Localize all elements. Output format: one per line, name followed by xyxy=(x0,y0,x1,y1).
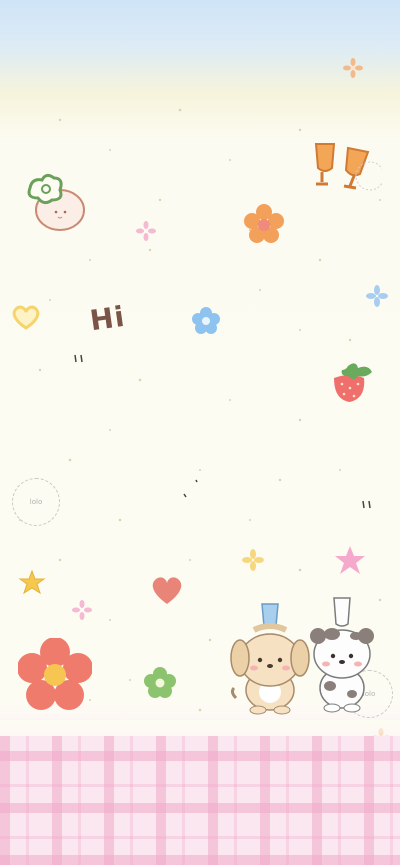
yellow-star-icon xyxy=(18,569,46,595)
orange-flower-icon xyxy=(244,204,284,243)
blue-flower-icon xyxy=(192,307,220,334)
puppy-character xyxy=(230,603,310,715)
hi-text: Hi xyxy=(87,299,128,338)
green-flower-icon xyxy=(144,667,176,698)
pink-sparkle-icon-2 xyxy=(72,600,92,620)
cookie-icon xyxy=(27,173,85,231)
strawberry-icon xyxy=(334,363,372,402)
pink-star-icon xyxy=(335,546,365,574)
tick-mark-icon-2 xyxy=(183,479,198,498)
panda-cow-character xyxy=(310,597,374,713)
tick-mark-icon-3 xyxy=(362,500,371,509)
blue-sparkle-icon xyxy=(366,285,388,307)
watermark-stamp: lolo xyxy=(12,478,60,526)
wallpaper: Hi lolo lolo xyxy=(0,0,400,865)
big-red-flower-icon xyxy=(18,638,92,710)
yellow-heart-icon xyxy=(12,305,40,330)
red-heart-icon xyxy=(152,577,182,604)
pink-sparkle-icon xyxy=(136,221,156,241)
tick-mark-icon xyxy=(74,354,83,363)
small-orange-flower-icon xyxy=(343,58,363,78)
toast-glasses-icon xyxy=(314,143,382,191)
yellow-sparkle-icon xyxy=(242,549,264,571)
pink-plaid-floor xyxy=(0,736,400,865)
